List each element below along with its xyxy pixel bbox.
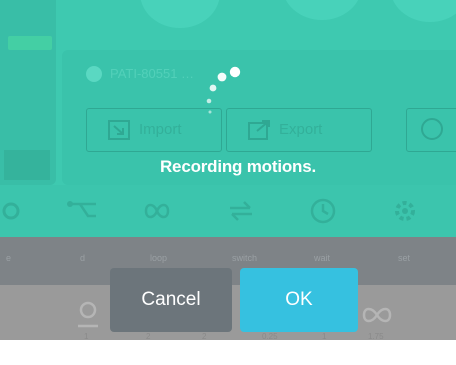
ok-button[interactable]: OK [240,268,358,332]
recording-status-text: Recording motions. [159,157,317,176]
tool-label: set [398,253,411,263]
tool-label: loop [150,253,168,263]
tool-label: switch [232,253,258,263]
clock-icon [310,198,336,224]
loop-icon [362,307,392,323]
person-icon [78,301,98,328]
cancel-button[interactable]: Cancel [110,268,232,332]
tool-label: wait [314,253,331,263]
switch-icon [230,201,252,221]
footer-strip [0,340,456,365]
loop-icon [144,203,170,219]
gear-icon [2,202,20,220]
tool-label: e [6,253,12,263]
tool-label: d [80,253,86,263]
settings-icon [395,201,415,221]
loading-spinner-icon [206,66,241,114]
branch-icon [67,201,96,218]
